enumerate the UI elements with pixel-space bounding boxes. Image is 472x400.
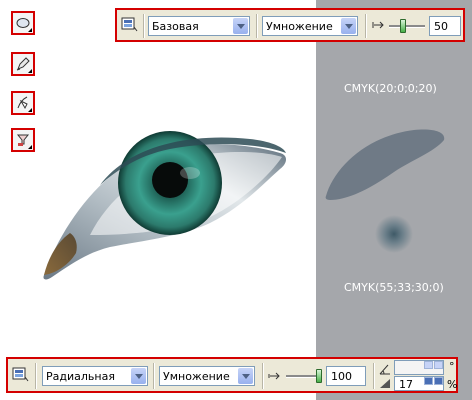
transparency-type-dropdown[interactable]: Радиальная xyxy=(42,366,148,386)
chevron-down-icon[interactable] xyxy=(341,18,356,34)
spin-down-button[interactable] xyxy=(424,377,433,385)
divider xyxy=(256,14,257,38)
value-input-text: 50 xyxy=(434,20,448,33)
transparency-type-value: Радиальная xyxy=(46,370,115,383)
swatch-bottom-label: CMYK(55;33;30;0) xyxy=(344,281,444,294)
divider xyxy=(35,363,36,389)
slider-track xyxy=(389,25,425,28)
flyout-corner-icon xyxy=(28,108,32,112)
angle-icon xyxy=(379,364,390,375)
value-input[interactable]: 100 xyxy=(326,366,366,386)
midpoint-slider[interactable] xyxy=(286,368,322,384)
spin-down-button[interactable] xyxy=(434,377,443,385)
preset-dropdown[interactable]: Базовая xyxy=(148,16,250,36)
blend-mode-value: Умножение xyxy=(266,20,333,33)
preset-icon[interactable] xyxy=(121,17,139,33)
slider-thumb[interactable] xyxy=(316,369,322,383)
divider xyxy=(373,363,374,389)
spin-up-button[interactable] xyxy=(434,361,443,369)
percent-symbol: % xyxy=(447,378,458,391)
opacity-slider[interactable] xyxy=(389,18,425,34)
flyout-corner-icon xyxy=(28,28,32,32)
top-property-bar: Базовая Умножение 50 xyxy=(115,8,465,42)
radial-swatch xyxy=(375,215,413,253)
eye-illustration xyxy=(43,131,287,280)
divider xyxy=(365,14,366,38)
arrow-right-icon xyxy=(268,372,280,380)
blend-mode-value: Умножение xyxy=(163,370,230,383)
bottom-property-bar: Радиальная Умножение 100 ° 17 % xyxy=(6,357,458,393)
spin-up-button[interactable] xyxy=(424,361,433,369)
swatch-shapes xyxy=(325,129,445,253)
divider xyxy=(153,363,154,389)
edge-pad-value: 17 xyxy=(399,378,413,391)
edge-pad-icon xyxy=(380,379,390,388)
transparency-tool-button[interactable] xyxy=(11,128,35,152)
slider-thumb[interactable] xyxy=(400,19,406,33)
blend-mode-dropdown[interactable]: Умножение xyxy=(159,366,255,386)
pen-tool-button[interactable] xyxy=(11,52,35,76)
chevron-down-icon[interactable] xyxy=(233,18,248,34)
preset-dropdown-value: Базовая xyxy=(152,20,199,33)
divider xyxy=(143,14,144,38)
degree-symbol: ° xyxy=(449,360,455,373)
chevron-down-icon[interactable] xyxy=(131,368,146,384)
divider xyxy=(262,363,263,389)
arrow-right-icon xyxy=(372,21,384,29)
flyout-corner-icon xyxy=(28,145,32,149)
leaf-swatch xyxy=(325,129,445,200)
value-input[interactable]: 50 xyxy=(429,16,461,36)
ellipse-tool-button[interactable] xyxy=(11,11,35,35)
value-input-text: 100 xyxy=(331,370,352,383)
blend-mode-dropdown[interactable]: Умножение xyxy=(262,16,358,36)
preset-icon[interactable] xyxy=(12,367,30,383)
flyout-corner-icon xyxy=(28,69,32,73)
chevron-down-icon[interactable] xyxy=(238,368,253,384)
bezier-tool-button[interactable] xyxy=(11,91,35,115)
